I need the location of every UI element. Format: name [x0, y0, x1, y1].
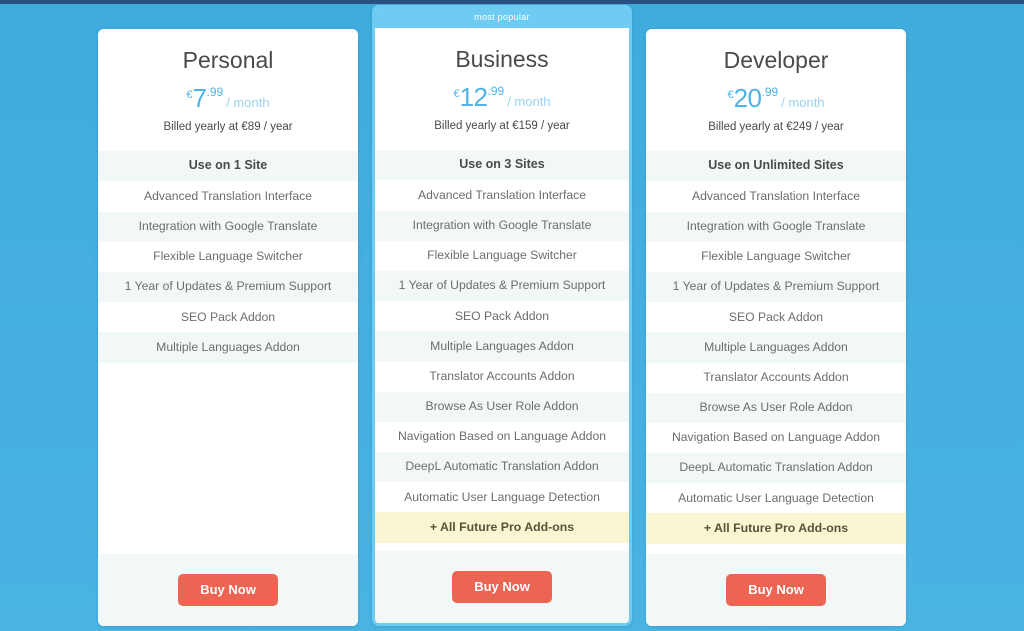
feature-row: Integration with Google Translate [646, 211, 906, 242]
feature-row: 1 Year of Updates & Premium Support [646, 271, 906, 303]
billed-note: Billed yearly at €249 / year [708, 121, 844, 134]
plan-price: €7.99/ month [108, 85, 348, 111]
feature-list-developer: Use on Unlimited Sites Advanced Translati… [646, 151, 906, 626]
feature-row: Translator Accounts Addon [375, 361, 629, 392]
feature-row-future-addons: + All Future Pro Add-ons [375, 512, 629, 543]
feature-row: Multiple Languages Addon [98, 332, 358, 363]
card-footer-business: Buy Now [375, 551, 629, 623]
feature-row: Multiple Languages Addon [375, 331, 629, 362]
feature-row: SEO Pack Addon [646, 302, 906, 333]
feature-row-primary: Use on 1 Site [98, 151, 358, 182]
card-header-personal: Personal €7.99/ month Billed yearly at €… [98, 29, 358, 152]
pricing-table: Personal €7.99/ month Billed yearly at €… [0, 0, 1024, 631]
feature-row: 1 Year of Updates & Premium Support [98, 271, 358, 303]
pricing-card-developer: Developer €20.99/ month Billed yearly at… [646, 29, 906, 626]
feature-row: DeepL Automatic Translation Addon [375, 452, 629, 483]
price-period: / month [781, 95, 825, 111]
feature-list-business: Use on 3 Sites Advanced Translation Inter… [375, 150, 629, 623]
pricing-card-business: most popular Business €12.99/ month Bill… [372, 5, 632, 626]
buy-now-button[interactable]: Buy Now [726, 573, 826, 607]
price-period: / month [507, 94, 551, 110]
buy-now-button[interactable]: Buy Now [452, 570, 552, 604]
feature-row: DeepL Automatic Translation Addon [646, 453, 906, 484]
feature-row: SEO Pack Addon [375, 301, 629, 332]
price-amount: 12 [459, 82, 488, 113]
price-amount: 7 [192, 83, 207, 114]
billed-note: Billed yearly at €89 / year [163, 121, 293, 134]
feature-row: Flexible Language Switcher [98, 241, 358, 272]
plan-name: Business [455, 46, 549, 72]
feature-row: Multiple Languages Addon [646, 332, 906, 363]
pricing-card-personal: Personal €7.99/ month Billed yearly at €… [98, 29, 358, 626]
feature-row: Automatic User Language Detection [646, 483, 906, 514]
feature-row-future-addons: + All Future Pro Add-ons [646, 513, 906, 544]
feature-row: Integration with Google Translate [375, 210, 629, 241]
card-header-business: Business €12.99/ month Billed yearly at … [375, 28, 629, 151]
price-cents: .99 [761, 85, 779, 100]
plan-price: €12.99/ month [385, 84, 619, 110]
feature-row: Advanced Translation Interface [375, 180, 629, 211]
plan-price: €20.99/ month [656, 85, 896, 111]
price-cents: .99 [487, 84, 505, 99]
feature-row: Automatic User Language Detection [375, 482, 629, 513]
feature-row: Advanced Translation Interface [646, 181, 906, 212]
card-footer-personal: Buy Now [98, 554, 358, 626]
feature-row: Translator Accounts Addon [646, 362, 906, 393]
top-accent-bar [0, 0, 1024, 4]
feature-list-personal: Use on 1 Site Advanced Translation Interf… [98, 151, 358, 626]
feature-row: Navigation Based on Language Addon [375, 421, 629, 453]
feature-row: Browse As User Role Addon [375, 391, 629, 422]
feature-row: Advanced Translation Interface [98, 181, 358, 212]
feature-row: Integration with Google Translate [98, 211, 358, 242]
price-amount: 20 [733, 83, 762, 114]
feature-row: Flexible Language Switcher [375, 240, 629, 271]
price-cents: .99 [206, 85, 224, 100]
most-popular-badge: most popular [375, 8, 629, 28]
feature-row-primary: Use on 3 Sites [375, 150, 629, 181]
feature-row: Browse As User Role Addon [646, 392, 906, 423]
card-header-developer: Developer €20.99/ month Billed yearly at… [646, 29, 906, 152]
feature-row-primary: Use on Unlimited Sites [646, 151, 906, 182]
feature-row: SEO Pack Addon [98, 302, 358, 333]
plan-name: Personal [182, 47, 274, 73]
feature-row: 1 Year of Updates & Premium Support [375, 270, 629, 302]
plan-name: Developer [723, 47, 829, 73]
price-period: / month [226, 95, 270, 111]
feature-row: Flexible Language Switcher [646, 241, 906, 272]
billed-note: Billed yearly at €159 / year [434, 120, 570, 133]
card-footer-developer: Buy Now [646, 554, 906, 626]
feature-row: Navigation Based on Language Addon [646, 422, 906, 454]
buy-now-button[interactable]: Buy Now [178, 573, 278, 607]
